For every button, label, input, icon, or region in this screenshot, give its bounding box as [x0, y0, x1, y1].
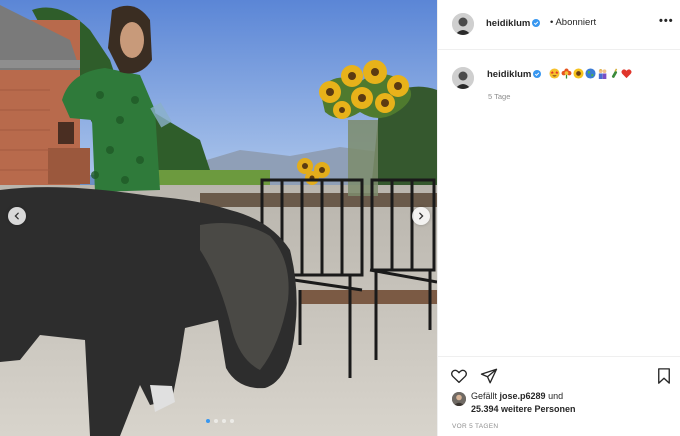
carousel-dot — [230, 419, 234, 423]
carousel-next-button[interactable] — [412, 207, 430, 225]
post-side-panel: heidiklum • Abonniert ••• heidiklum 5 Ta… — [437, 0, 680, 436]
carousel-dots — [206, 419, 234, 423]
star-eyes-emoji-icon — [549, 68, 560, 79]
verified-badge-icon — [533, 70, 542, 78]
avatar[interactable] — [452, 13, 474, 35]
caption-emojis — [549, 68, 632, 79]
likes-count-link[interactable]: 25.394 weitere Personen — [471, 403, 576, 416]
more-options-button[interactable]: ••• — [659, 15, 674, 27]
bookmark-icon — [658, 368, 670, 384]
liked-by-text: Gefällt jose.p6289 und — [471, 391, 564, 401]
post-header: heidiklum • Abonniert ••• — [438, 0, 680, 50]
avatar[interactable] — [452, 67, 474, 89]
follow-status-button[interactable]: • Abonniert — [550, 17, 596, 28]
globe-emoji-icon — [585, 68, 596, 79]
chevron-right-icon — [419, 212, 424, 220]
action-bar — [450, 367, 675, 387]
liker-username[interactable]: jose.p6289 — [500, 391, 546, 401]
save-button[interactable] — [655, 367, 673, 385]
share-button[interactable] — [480, 367, 498, 385]
profile-photo-icon — [452, 392, 466, 406]
champagne-emoji-icon — [611, 68, 618, 78]
paper-plane-icon — [480, 368, 498, 384]
verified-badge-icon — [532, 19, 541, 27]
post-date[interactable]: VOR 5 TAGEN — [452, 423, 498, 430]
profile-photo-icon — [452, 13, 474, 35]
red-heart-emoji-icon — [621, 69, 632, 79]
carousel-dot — [222, 419, 226, 423]
post-username[interactable]: heidiklum — [486, 18, 541, 29]
like-button[interactable] — [450, 367, 468, 385]
chevron-left-icon — [14, 212, 19, 220]
heart-icon — [451, 369, 467, 384]
post-photo[interactable] — [0, 0, 437, 436]
comment-age[interactable]: 5 Tage — [488, 92, 510, 101]
sunflower-emoji-icon — [573, 68, 584, 79]
photo-scene — [0, 0, 437, 436]
comment-username[interactable]: heidiklum — [487, 69, 542, 80]
carousel-dot — [214, 419, 218, 423]
profile-photo-icon — [452, 67, 474, 89]
carousel-prev-button[interactable] — [8, 207, 26, 225]
carousel-dot — [206, 419, 210, 423]
post-footer: Gefällt jose.p6289 und 25.394 weitere Pe… — [438, 356, 680, 436]
flower-emoji-icon — [561, 68, 572, 79]
couple-emoji-icon — [598, 69, 607, 79]
avatar[interactable] — [452, 392, 466, 406]
